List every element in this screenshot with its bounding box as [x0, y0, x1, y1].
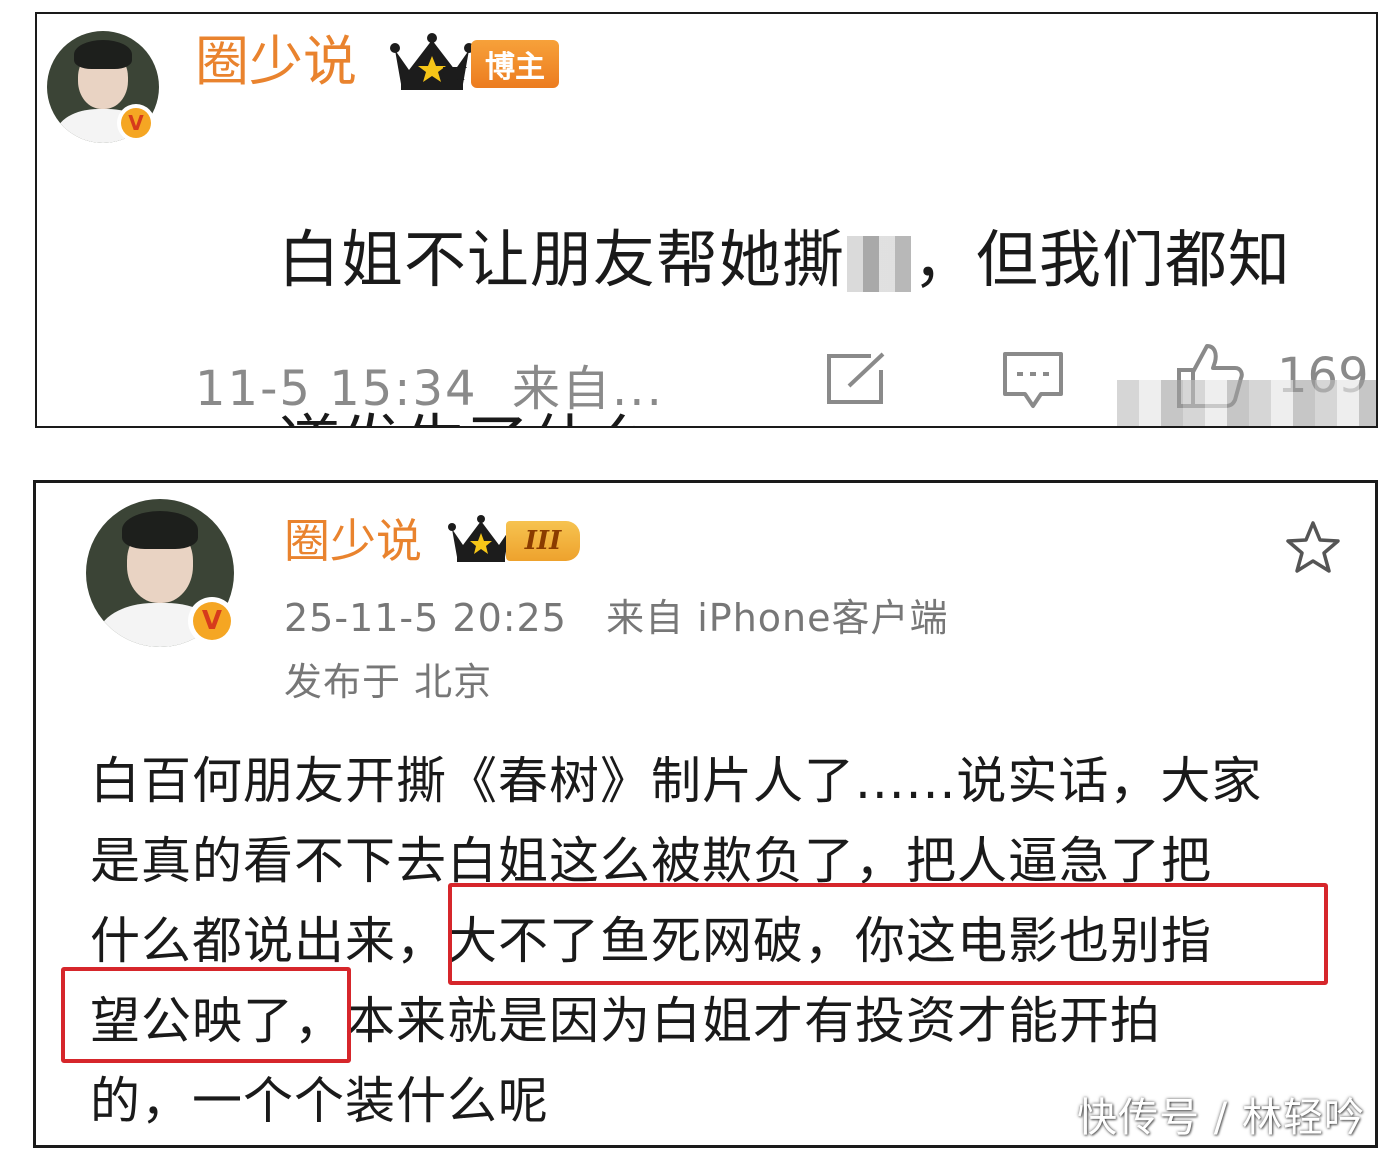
post-card-1: V 圈少说 III 博主 白姐不让朋友帮她撕，但我们都知 道发生了什么。 11-… [35, 12, 1378, 428]
username[interactable]: 圈少说 [195, 30, 357, 94]
post-location: 发布于 北京 [284, 660, 493, 704]
share-icon[interactable] [825, 352, 889, 406]
level-label: III [441, 64, 467, 85]
censored-blur [846, 235, 911, 292]
username[interactable]: 圈少说 [284, 513, 422, 569]
crown-icon [448, 515, 514, 562]
post-text-part: 白姐不让朋友帮她撕 [277, 223, 845, 296]
post-time: 11-5 15:34 [195, 361, 478, 417]
post-card-2: V 圈少说 III 25-11-5 20:25 来自 iPhone客户端 发布于… [33, 480, 1378, 1148]
post-text-part: ，但我们都知 [912, 223, 1291, 296]
highlight-box [61, 967, 351, 1063]
post-source: 来自... [512, 361, 664, 417]
censored-mosaic [1117, 380, 1376, 426]
watermark: 快传号 / 林轻吟 [1077, 1095, 1365, 1141]
comment-icon[interactable] [1001, 350, 1065, 412]
post-text-line: 白百何朋友开撕《春树》制片人了......说实话，大家 [90, 752, 1263, 810]
post-datetime: 25-11-5 20:25 [284, 596, 567, 640]
post-source: 来自 iPhone客户端 [606, 596, 949, 640]
post-meta: 25-11-5 20:25 来自 iPhone客户端 [284, 587, 949, 642]
star-icon[interactable] [1284, 519, 1342, 575]
blogger-tag: 博主 [471, 40, 559, 88]
verified-icon: V [117, 104, 155, 142]
level-badge: III [506, 521, 580, 561]
highlight-box [448, 883, 1328, 985]
crown-icon [390, 33, 474, 90]
post-meta: 11-5 15:34 来自... [195, 349, 664, 419]
verified-icon: V [188, 597, 236, 645]
